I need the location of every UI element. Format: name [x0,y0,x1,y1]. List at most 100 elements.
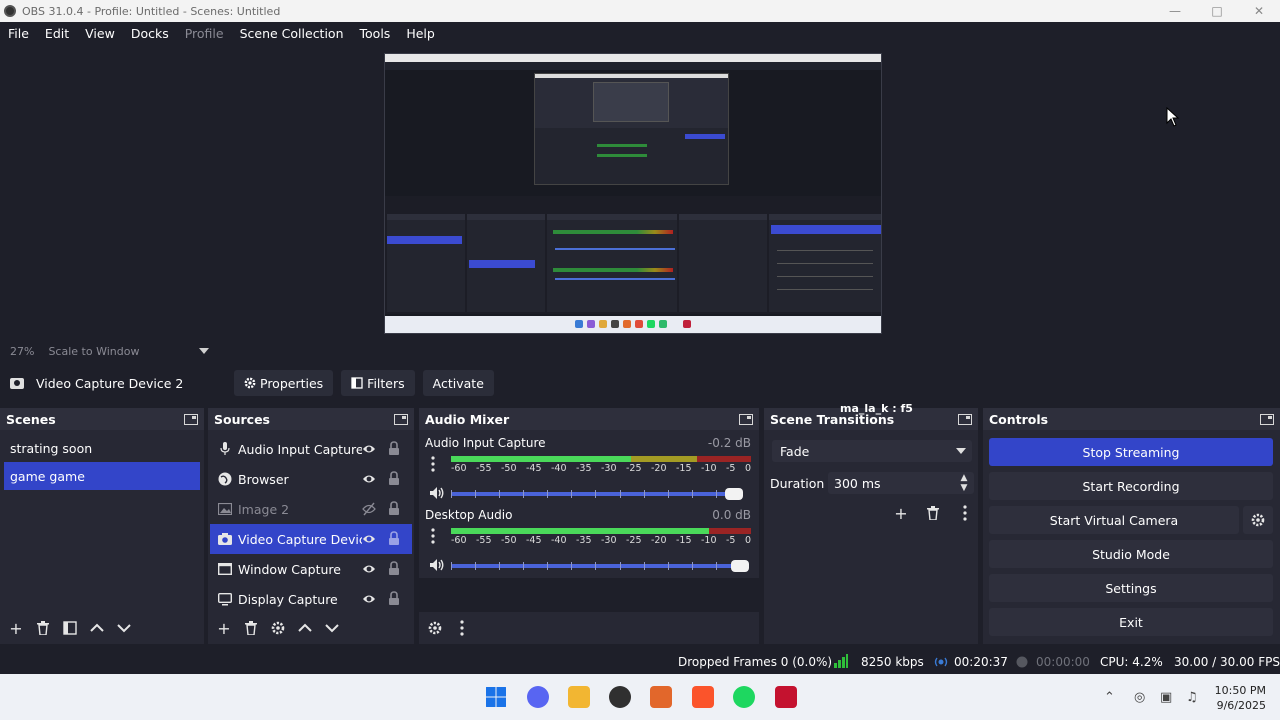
add-source-button[interactable]: + [214,618,234,638]
windows-start-icon[interactable] [485,686,507,708]
lock-icon[interactable] [388,531,400,546]
maximize-button[interactable]: □ [1196,0,1238,22]
lock-icon[interactable] [388,591,400,606]
trash-icon [37,621,49,635]
undock-icon[interactable] [1260,413,1274,425]
source-label: Audio Input Capture [238,441,362,457]
channel-db: -0.2 dB [707,436,751,450]
properties-button[interactable]: Properties [234,370,334,396]
exit-button[interactable]: Exit [989,608,1273,636]
volume-slider-handle[interactable] [725,488,743,500]
network-icon[interactable]: ▣ [1160,690,1172,705]
chevron-up-icon [90,623,104,632]
remove-transition-button[interactable] [920,502,946,524]
menu-view[interactable]: View [77,26,123,41]
kebab-menu-icon[interactable] [431,456,435,472]
settings-button[interactable]: Settings [989,574,1273,602]
obs-taskbar-icon[interactable] [609,686,631,708]
scene-item[interactable]: strating soon [0,434,200,462]
menu-tools[interactable]: Tools [352,26,399,41]
title-bar: OBS 31.0.4 - Profile: Untitled - Scenes:… [0,0,1280,22]
eye-icon[interactable] [362,442,376,456]
add-transition-button[interactable]: + [888,502,914,524]
amd-software-icon[interactable] [775,686,797,708]
filter-icon [63,621,77,635]
source-move-up-button[interactable] [295,618,315,638]
undock-icon[interactable] [184,413,198,425]
menu-edit[interactable]: Edit [37,26,77,41]
eye-icon[interactable] [362,532,376,546]
scene-item[interactable]: game game [4,462,200,490]
lock-icon[interactable] [388,501,400,516]
speaker-icon[interactable] [429,558,445,572]
scale-mode-select[interactable]: Scale to Window [48,345,139,358]
meter-ticks: -60 -55 -50 -45 -40 -35 -30 -25 -20 -15 -10 -5 0 [451,463,751,474]
volume-icon[interactable]: ♫ [1186,690,1198,705]
remove-source-button[interactable] [241,618,261,638]
minimize-button[interactable]: — [1154,0,1196,22]
lock-icon[interactable] [388,561,400,576]
activate-button[interactable]: Activate [422,370,494,396]
lock-icon[interactable] [388,441,400,456]
start-recording-button[interactable]: Start Recording [989,472,1273,500]
spinner-icon[interactable]: ▲ ▼ [958,473,970,493]
eye-icon[interactable] [362,472,376,486]
start-virtual-camera-button[interactable]: Start Virtual Camera [989,506,1239,534]
tray-chevron-up-icon[interactable]: ⌃ [1104,690,1115,705]
close-button[interactable]: ✕ [1238,0,1280,22]
kebab-menu-icon[interactable] [431,528,435,544]
source-item-audio-input[interactable]: Audio Input Capture [210,434,412,464]
monitor-icon [218,592,232,606]
source-properties-button[interactable] [268,618,288,638]
app-icon[interactable] [650,686,672,708]
advanced-audio-button[interactable] [425,618,445,638]
move-up-button[interactable] [87,618,107,638]
speaker-icon[interactable] [429,486,445,500]
microphone-icon[interactable]: ◎ [1134,690,1145,705]
overlay-label: ma_la_k : f5 [840,402,913,415]
scenes-dock: Scenes strating soon game game + [0,408,204,644]
spotify-icon[interactable] [733,686,755,708]
source-item-window-capture[interactable]: Window Capture [210,554,412,584]
source-item-video-capture[interactable]: Video Capture Device 2 [210,524,412,554]
eye-icon[interactable] [362,592,376,606]
clock[interactable]: 10:50 PM 9/6/2025 [1215,683,1266,713]
source-move-down-button[interactable] [322,618,342,638]
remove-scene-button[interactable] [33,618,53,638]
menu-docks[interactable]: Docks [123,26,177,41]
stream-time: 00:20:37 [954,655,1008,669]
stop-streaming-button[interactable]: Stop Streaming [989,438,1273,466]
studio-mode-button[interactable]: Studio Mode [989,540,1273,568]
menu-scene-collection[interactable]: Scene Collection [232,26,352,41]
menu-bar: File Edit View Docks Profile Scene Colle… [0,22,1280,44]
add-scene-button[interactable]: + [6,618,26,638]
properties-label: Properties [260,375,324,391]
file-explorer-icon[interactable] [568,686,590,708]
brave-browser-icon[interactable] [692,686,714,708]
transition-menu-button[interactable] [952,502,978,524]
discord-icon[interactable] [527,686,549,708]
mixer-menu-button[interactable] [452,618,472,638]
transition-select[interactable]: Fade [772,440,972,462]
chevron-down-icon[interactable] [199,348,210,354]
menu-help[interactable]: Help [398,26,443,41]
filters-button[interactable]: Filters [341,370,415,396]
lock-icon[interactable] [388,471,400,486]
virtual-camera-settings-button[interactable] [1243,506,1273,534]
source-item-display-capture[interactable]: Display Capture [210,584,412,614]
undock-icon[interactable] [739,413,753,425]
scene-filters-button[interactable] [60,618,80,638]
source-item-image[interactable]: Image 2 [210,494,412,524]
eye-icon[interactable] [362,562,376,576]
undock-icon[interactable] [394,413,408,425]
eye-hidden-icon[interactable] [362,502,376,516]
move-down-button[interactable] [114,618,134,638]
undock-icon[interactable] [958,413,972,425]
source-label: Video Capture Device 2 [238,531,362,547]
source-item-browser[interactable]: Browser [210,464,412,494]
duration-input[interactable]: 300 ms ▲ ▼ [828,472,974,494]
program-preview[interactable] [384,53,882,334]
menu-file[interactable]: File [0,26,37,41]
volume-slider-handle[interactable] [731,560,749,572]
menu-profile[interactable]: Profile [177,26,232,41]
